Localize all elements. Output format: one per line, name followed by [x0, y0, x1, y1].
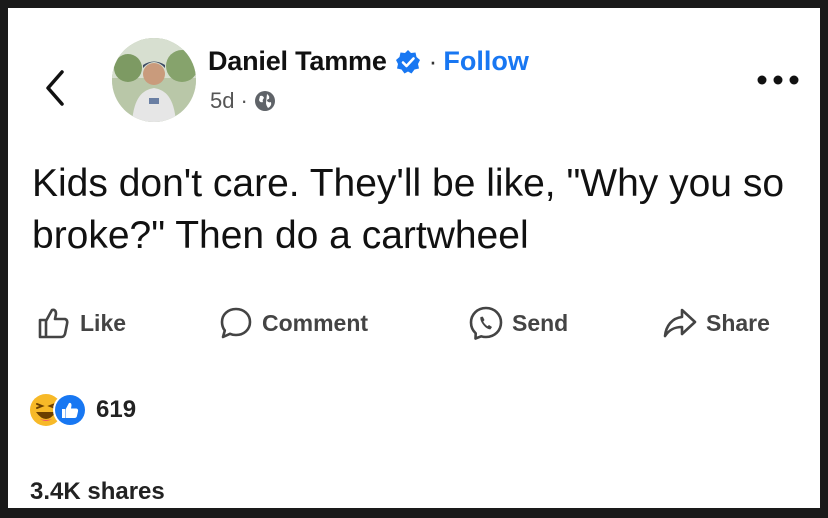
author-name[interactable]: Daniel Tamme — [208, 46, 387, 77]
comment-label: Comment — [262, 309, 369, 336]
action-bar: Like Comment Send Share — [8, 298, 820, 348]
like-reaction-icon — [53, 393, 87, 427]
share-count[interactable]: 3.4K shares — [30, 478, 165, 506]
reaction-count: 619 — [96, 396, 137, 423]
send-button[interactable]: Send — [468, 298, 568, 348]
reaction-icons — [30, 393, 87, 427]
like-button[interactable]: Like — [36, 298, 126, 348]
post-card: Daniel Tamme · Follow 5d · Kids don't ca… — [8, 8, 820, 508]
send-label: Send — [512, 309, 569, 336]
share-arrow-icon — [663, 308, 697, 338]
share-button[interactable]: Share — [662, 298, 770, 348]
thumbs-up-icon — [38, 308, 69, 339]
comment-bubble-icon — [220, 307, 252, 339]
author-row: Daniel Tamme · Follow — [208, 46, 529, 77]
like-label: Like — [80, 309, 127, 336]
follow-button[interactable]: Follow — [443, 46, 528, 77]
share-label: Share — [706, 309, 770, 336]
post-meta: 5d · — [210, 88, 276, 114]
globe-icon — [254, 91, 275, 111]
verified-badge-icon — [395, 49, 420, 73]
comment-button[interactable]: Comment — [218, 298, 368, 348]
messenger-icon — [469, 306, 503, 340]
avatar[interactable] — [112, 38, 196, 122]
more-dots-icon[interactable] — [754, 72, 802, 88]
chevron-left-icon[interactable] — [38, 66, 72, 110]
post-text: Kids don't care. They'll be like, "Why y… — [32, 162, 785, 257]
reaction-summary[interactable]: 619 — [28, 390, 136, 430]
meta-separator: · — [240, 88, 248, 113]
separator-dot: · — [428, 46, 438, 76]
post-time[interactable]: 5d — [210, 88, 234, 114]
